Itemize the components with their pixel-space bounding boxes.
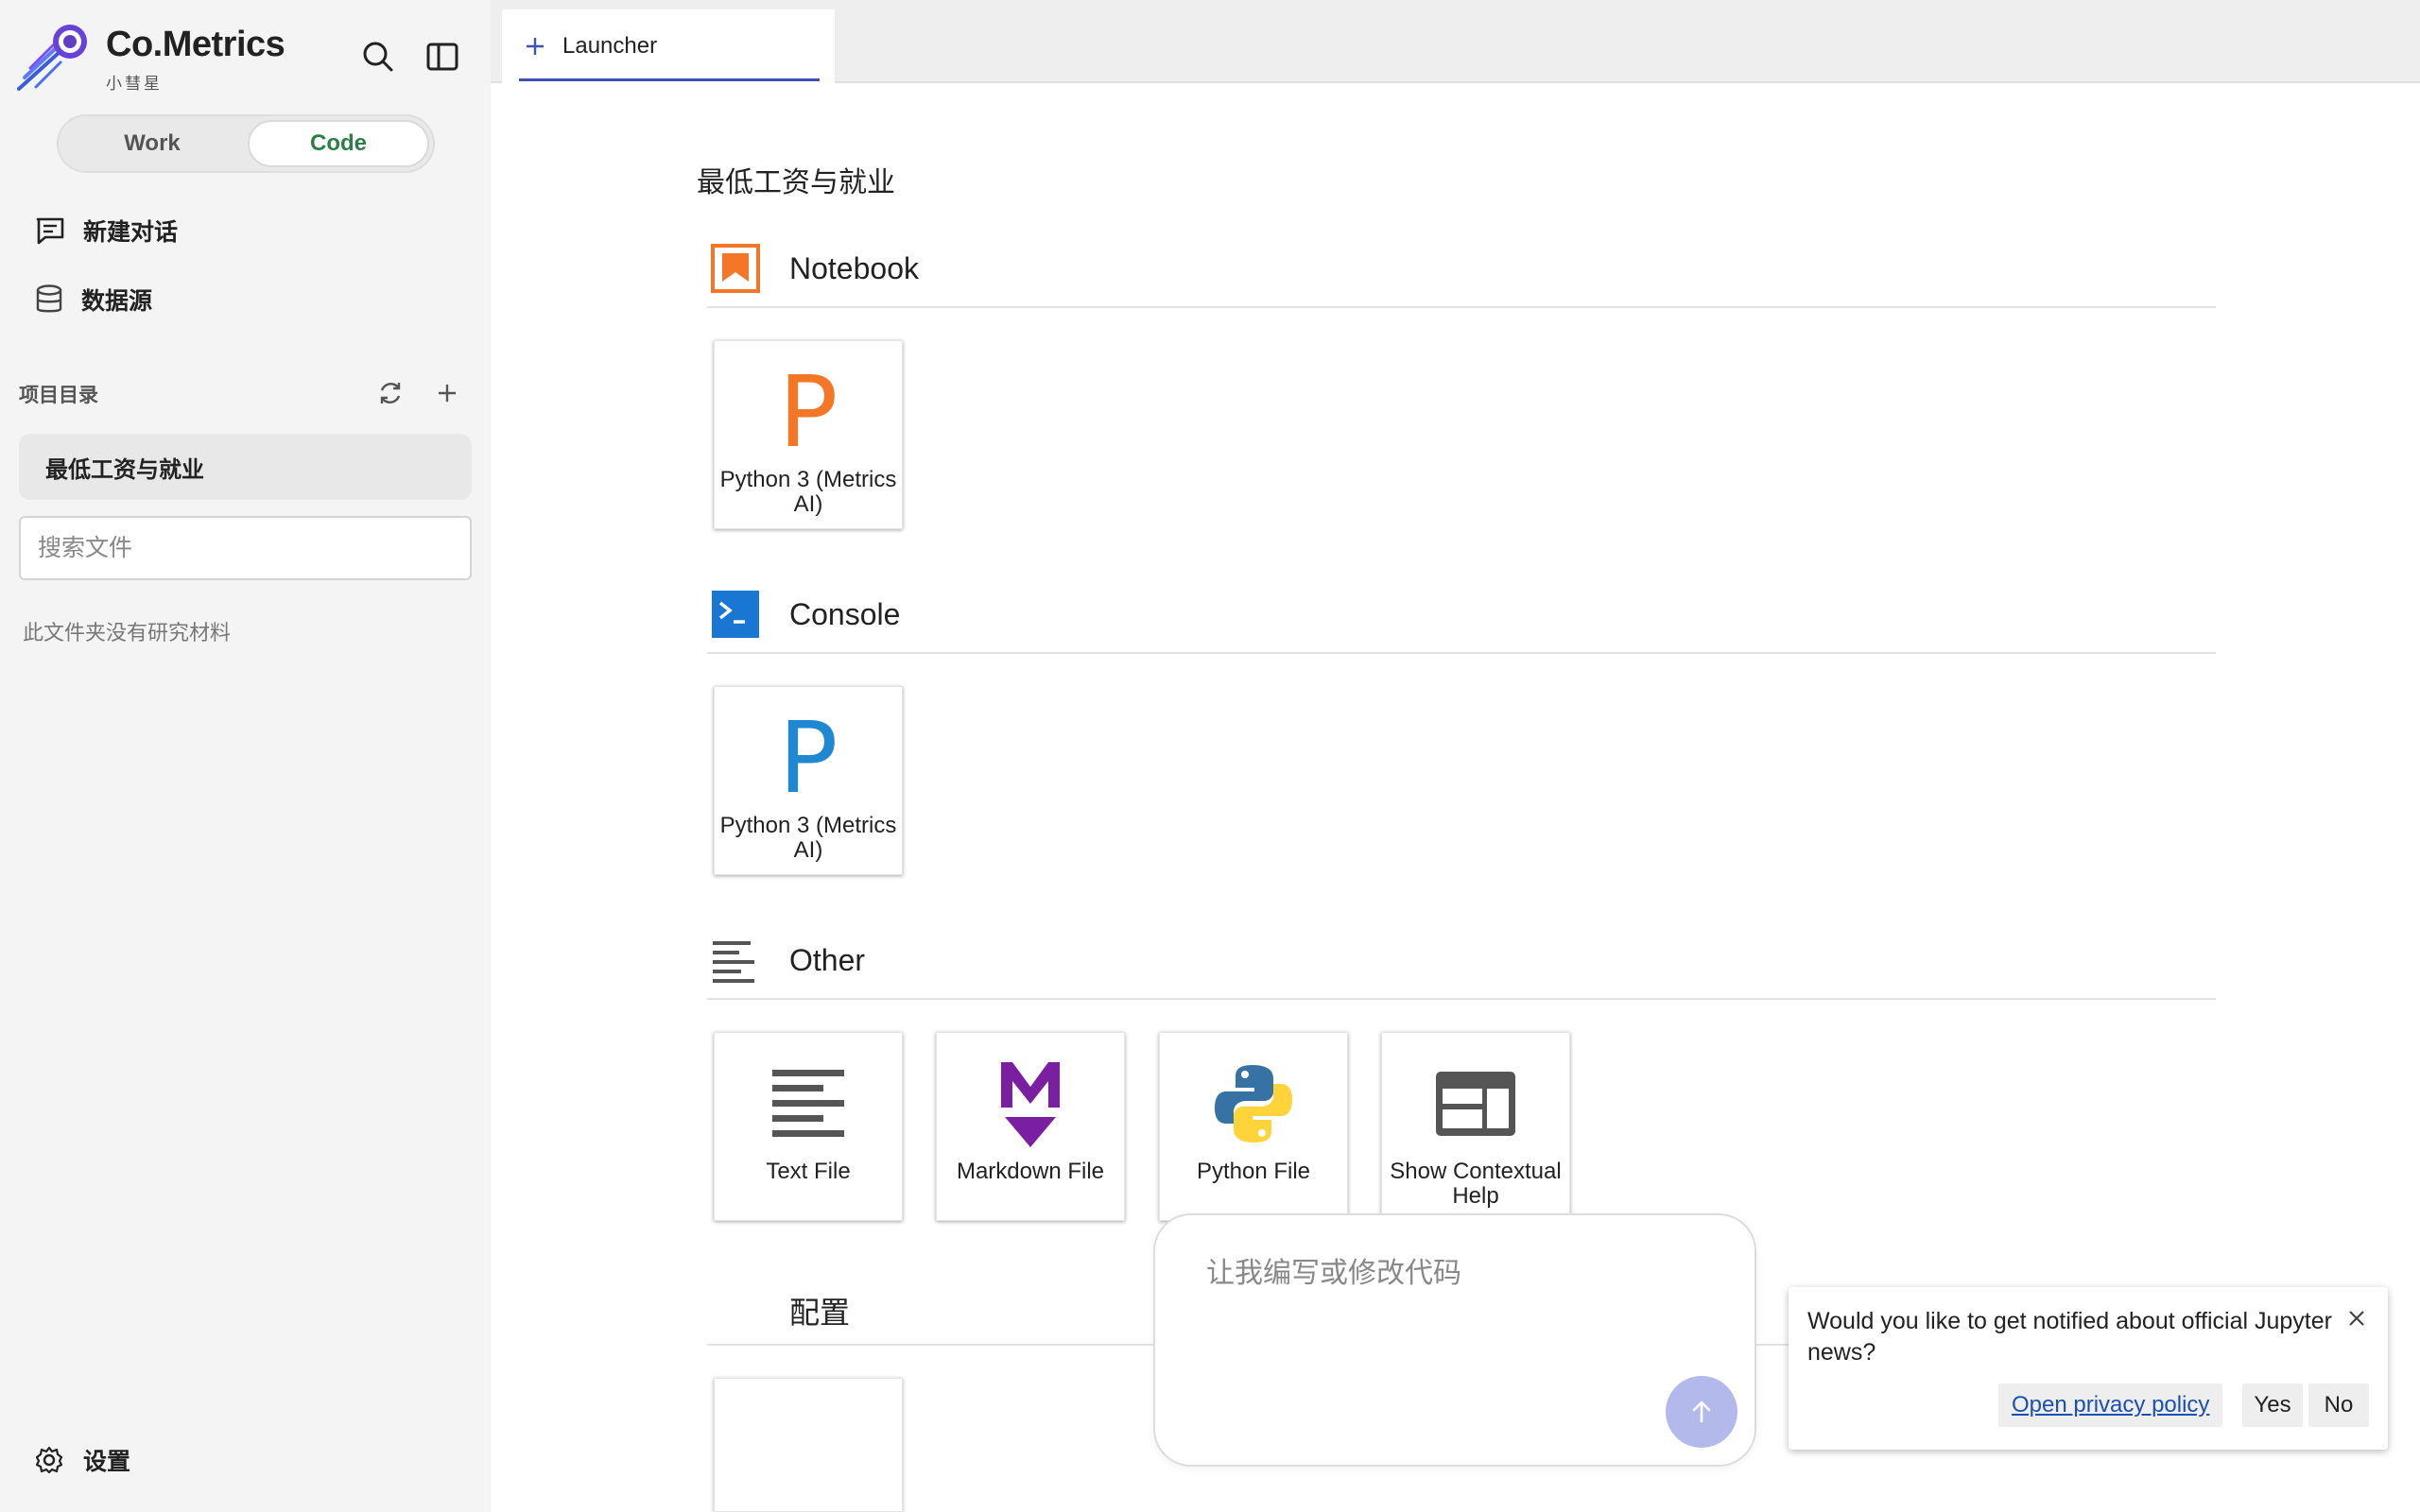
card-label: Python 3 (Metrics AI) <box>719 813 897 863</box>
panel-toggle-icon[interactable] <box>422 36 463 77</box>
data-source-nav[interactable]: 数据源 <box>34 277 152 322</box>
tab-launcher[interactable]: Launcher <box>502 9 835 83</box>
notebook-icon <box>711 244 760 293</box>
close-icon[interactable] <box>2342 1304 2371 1332</box>
text-file-card[interactable]: Text File <box>714 1032 903 1221</box>
jupyter-news-notification: Would you like to get notified about off… <box>1789 1287 2388 1450</box>
file-search-input[interactable] <box>19 516 472 580</box>
mode-toggle: Work Code <box>57 114 435 173</box>
mode-work-button[interactable]: Work <box>62 120 242 167</box>
notebook-section-label: Notebook <box>789 251 919 285</box>
new-chat-label: 新建对话 <box>83 219 179 246</box>
console-section-header: Console <box>707 578 2216 654</box>
no-button[interactable]: No <box>2308 1383 2369 1427</box>
notification-message: Would you like to get notified about off… <box>1807 1308 2332 1366</box>
active-tab-indicator <box>519 78 820 81</box>
project-header: 项目目录 <box>19 374 463 412</box>
config-card[interactable] <box>714 1378 903 1512</box>
project-item[interactable]: 最低工资与就业 <box>19 434 472 500</box>
console-icon <box>712 591 759 638</box>
brand-subtitle: 小彗星 <box>106 75 163 93</box>
settings-label: 设置 <box>83 1449 131 1475</box>
project-header-title: 项目目录 <box>19 385 98 406</box>
notebook-section-header: Notebook <box>707 232 2216 308</box>
console-section-label: Console <box>789 597 901 631</box>
sidebar: Co.Metrics 小彗星 Work Code 新建对话 数据源 项目目录 最… <box>0 0 491 1512</box>
settings-nav[interactable]: 设置 <box>34 1436 130 1484</box>
python-file-card[interactable]: Python File <box>1159 1032 1348 1221</box>
contextual-help-icon <box>1436 1072 1515 1136</box>
tab-bar: Launcher <box>491 0 2420 83</box>
plus-icon <box>527 38 544 55</box>
chat-bubble-icon <box>36 217 64 245</box>
arrow-up-icon <box>1692 1400 1711 1423</box>
comet-logo-icon <box>17 25 87 91</box>
python-logo-icon <box>1215 1065 1292 1143</box>
data-source-label: 数据源 <box>81 288 153 315</box>
empty-folder-note: 此文件夹没有研究材料 <box>23 621 232 644</box>
chat-input[interactable] <box>1206 1249 1698 1363</box>
add-icon[interactable] <box>428 374 466 412</box>
gear-icon <box>35 1446 63 1474</box>
refresh-icon[interactable] <box>372 374 409 412</box>
privacy-policy-link[interactable]: Open privacy policy <box>1998 1383 2223 1427</box>
yes-button[interactable]: Yes <box>2242 1383 2303 1427</box>
card-label: Python File <box>1196 1159 1311 1184</box>
markdown-file-card[interactable]: Markdown File <box>936 1032 1125 1221</box>
text-file-icon <box>772 1070 844 1137</box>
other-lines-icon <box>713 941 754 983</box>
card-label: Python 3 (Metrics AI) <box>719 467 897 517</box>
card-label: Show Contextual Help <box>1390 1159 1562 1209</box>
send-button[interactable] <box>1666 1376 1737 1448</box>
mode-code-button[interactable]: Code <box>248 120 429 167</box>
notebook-python3-card[interactable]: P Python 3 (Metrics AI) <box>714 340 903 529</box>
contextual-help-card[interactable]: Show Contextual Help <box>1381 1032 1570 1221</box>
markdown-icon <box>1001 1062 1060 1147</box>
other-section-header: Other <box>707 924 2216 1000</box>
kernel-letter: P <box>778 700 838 816</box>
database-icon <box>36 284 62 313</box>
card-label: Text File <box>766 1159 851 1184</box>
search-icon[interactable] <box>357 36 399 77</box>
card-label: Markdown File <box>956 1159 1105 1184</box>
other-section-label: Other <box>789 943 866 977</box>
console-python3-card[interactable]: P Python 3 (Metrics AI) <box>714 686 903 875</box>
chat-box <box>1153 1213 1756 1467</box>
brand-name: Co.Metrics <box>106 25 285 64</box>
kernel-letter: P <box>778 354 838 470</box>
tab-launcher-label: Launcher <box>562 33 658 59</box>
new-chat-nav[interactable]: 新建对话 <box>34 208 178 253</box>
launcher-title: 最低工资与就业 <box>697 167 895 198</box>
config-section-label: 配置 <box>789 1296 851 1330</box>
